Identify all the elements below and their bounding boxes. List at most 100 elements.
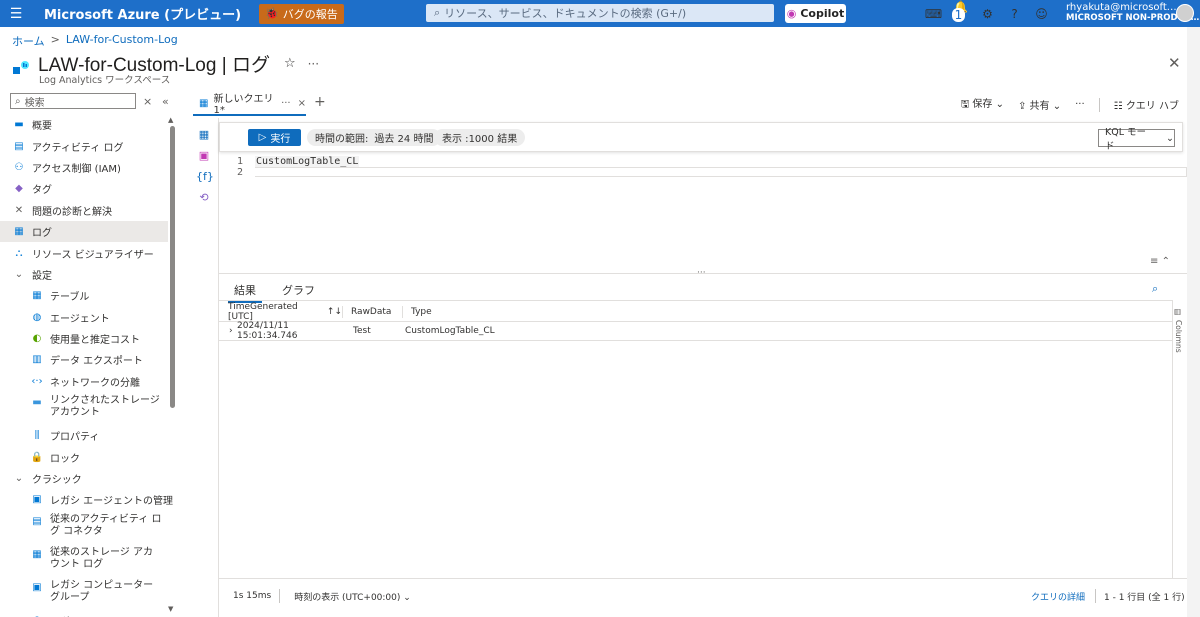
sidebar-item[interactable]: ⌄ 設定 [0, 264, 168, 285]
tab-new-query-1[interactable]: ▦ 新しいクエリ 1* ··· × [193, 92, 306, 116]
column-header-timegenerated[interactable]: TimeGenerated [UTC] ↑↓ [219, 302, 343, 322]
column-header-rawdata[interactable]: RawData [343, 306, 403, 318]
add-tab-icon[interactable]: + [314, 94, 326, 110]
query-editor[interactable]: 1 2 CustomLogTable_CL [227, 156, 1187, 268]
kql-mode-select[interactable]: KQL モード ⌄ [1098, 127, 1175, 152]
column-header-type[interactable]: Type [403, 307, 523, 317]
query-details-link[interactable]: クエリの詳細 [1031, 590, 1085, 603]
close-tab-icon[interactable]: × [298, 98, 306, 109]
sidebar-item-label: 従来のアクティビティ ログ コネクタ [50, 513, 162, 537]
query-hub-button[interactable]: ☷ クエリ ハブ [1114, 97, 1179, 112]
collapse-editor-icon[interactable]: ⌃ [1162, 256, 1170, 267]
sidebar-item[interactable]: ▦ 従来のストレージ アカウント ログ [0, 544, 168, 577]
share-icon: ⇪ [1017, 101, 1027, 112]
sidebar-item[interactable]: ✕ 問題の診断と解決 [0, 200, 168, 221]
sidebar-item[interactable]: ⛬ リソース ビジュアライザー [0, 242, 168, 263]
sidebar-scrollbar[interactable] [170, 126, 175, 408]
sidebar-item-label: タグ [32, 185, 52, 197]
sidebar-item[interactable]: ▦ テーブル [0, 285, 168, 306]
collapse-sidebar-icon[interactable]: « [162, 95, 169, 108]
breadcrumb-home[interactable]: ホーム [12, 33, 45, 49]
splitter-handle[interactable]: ··· [697, 268, 706, 278]
page-title-section: | ログ [221, 55, 270, 76]
save-label: 保存 [972, 99, 993, 110]
more-actions-button[interactable]: ··· [1075, 99, 1085, 110]
sidebar-item[interactable]: ◍ エージェント [0, 307, 168, 328]
sidebar-item[interactable]: 🔒 ロック [0, 446, 168, 467]
timezone-select[interactable]: 時刻の表示 (UTC+00:00) ⌄ [294, 590, 411, 603]
sidebar-item[interactable]: ◐ 使用量と推定コスト [0, 328, 168, 349]
clear-filter-icon[interactable]: × [143, 95, 152, 108]
sidebar-item[interactable]: ▬ リンクされたストレージ アカウント [0, 392, 168, 425]
share-button[interactable]: ⇪ 共有 ⌄ [1018, 97, 1061, 112]
format-icon[interactable]: ≡ [1150, 256, 1158, 267]
columns-panel-toggle[interactable]: ▥ Columns [1174, 307, 1186, 353]
tables-icon[interactable]: ▦ [196, 128, 212, 149]
menu-icon[interactable]: ☰ [0, 6, 32, 22]
more-options-icon[interactable]: ··· [308, 57, 319, 71]
table-row[interactable]: › 2024/11/11 15:01:34.746 Test CustomLog… [219, 321, 1173, 341]
feedback-icon[interactable]: ☺ [1028, 7, 1055, 21]
sidebar-item[interactable]: ▤ 従来のアクティビティ ログ コネクタ [0, 511, 168, 544]
log-analytics-icon [13, 60, 29, 74]
run-button[interactable]: ▷ 実行 [248, 129, 301, 146]
settings-gear-icon[interactable]: ⚙ [974, 7, 1001, 21]
sidebar-item[interactable]: ⌄ クラシック [0, 468, 168, 489]
query-code[interactable]: CustomLogTable_CL [255, 156, 360, 167]
time-range-picker[interactable]: 時間の範囲: 過去 24 時間 [307, 129, 442, 146]
breadcrumb-current[interactable]: LAW-for-Custom-Log [66, 33, 178, 49]
chevron-down-icon: ⌄ [14, 268, 24, 280]
save-button[interactable]: 🖫 保存 ⌄ [961, 95, 1004, 114]
sidebar-item[interactable]: ▣ レガシ エージェントの管理 [0, 489, 173, 510]
sidebar-item[interactable]: ▦ ログ [0, 220, 168, 243]
sidebar-item-label: 設定 [32, 270, 52, 282]
kql-mode-value: KQL モード [1105, 127, 1147, 152]
avatar[interactable] [1176, 4, 1194, 22]
divider [1098, 97, 1100, 112]
brand-title[interactable]: Microsoft Azure (プレビュー) [44, 4, 241, 23]
sidebar-item-label: レガシ ソリューション [50, 613, 162, 617]
sidebar-item-label: 使用量と推定コスト [50, 335, 140, 347]
save-icon: 🖫 [960, 99, 970, 110]
query-tab-more[interactable]: ··· [281, 98, 291, 109]
favorite-star-icon[interactable]: ☆ [284, 56, 296, 71]
sidebar-search-input[interactable]: ⌕ 検索 [10, 93, 136, 109]
sidebar-item[interactable]: ▣ レガシ コンピューター グループ [0, 577, 168, 610]
notifications-icon[interactable]: 🔔1 [947, 0, 974, 28]
expand-row-icon[interactable]: › [219, 326, 233, 336]
notification-badge: 1 [951, 7, 966, 22]
editor-controls: ≡ ⌃ [1150, 256, 1170, 267]
sidebar: ⌕ 検索 × « ▬ 概要 ▤ アクティビティ ログ ⚇ アクセス制御 (IAM) ◆ タグ ✕… [0, 90, 178, 617]
sidebar-item-label: リソース ビジュアライザー [32, 249, 154, 261]
scroll-down-icon[interactable]: ▼ [168, 605, 173, 613]
sidebar-item-label: 概要 [32, 121, 52, 133]
global-search-input[interactable]: ⌕ リソース、サービス、ドキュメントの検索 (G+/) [426, 4, 774, 22]
sidebar-item[interactable]: ⚇ アクセス制御 (IAM) [0, 157, 168, 178]
help-icon[interactable]: ? [1001, 7, 1028, 21]
scroll-up-icon[interactable]: ▲ [168, 116, 173, 124]
grid-header: TimeGenerated [UTC] ↑↓ RawData Type [219, 302, 1173, 322]
sidebar-item[interactable]: ▥ データ エクスポート [0, 349, 168, 370]
result-limit-picker[interactable]: 表示 : 1000 結果 [434, 129, 526, 146]
history-icon[interactable]: ⟲ [196, 191, 212, 212]
legacy-agent-icon: ▣ [32, 494, 42, 506]
sidebar-item[interactable]: ◆ タグ [0, 178, 168, 199]
timezone-label: 時刻の表示 (UTC+00:00) [294, 592, 401, 603]
divider [219, 300, 1173, 301]
divider [218, 118, 219, 617]
search-icon: ⌕ [434, 6, 441, 19]
activity-log-icon: ▤ [14, 140, 24, 152]
close-icon[interactable]: ✕ [1168, 54, 1181, 72]
cloud-shell-icon[interactable]: ⌨ [920, 7, 947, 21]
results-search-icon[interactable]: ⌕ [1152, 282, 1158, 296]
functions-icon[interactable]: {f} [196, 170, 214, 191]
sidebar-item[interactable]: ▬ 概要 [0, 114, 168, 135]
copilot-button[interactable]: ◉ Copilot [785, 4, 846, 23]
sidebar-item-label: ログ [32, 228, 52, 240]
sidebar-item[interactable]: ‹·› ネットワークの分離 [0, 371, 168, 392]
sidebar-item[interactable]: ◍レガシ ソリューション [0, 610, 168, 617]
queries-icon[interactable]: ▣ [196, 149, 212, 170]
bug-report-button[interactable]: 🐞 バグの報告 [259, 3, 344, 24]
sidebar-item[interactable]: ▤ アクティビティ ログ [0, 135, 168, 156]
sidebar-item[interactable]: ⫼ プロパティ [0, 425, 168, 446]
